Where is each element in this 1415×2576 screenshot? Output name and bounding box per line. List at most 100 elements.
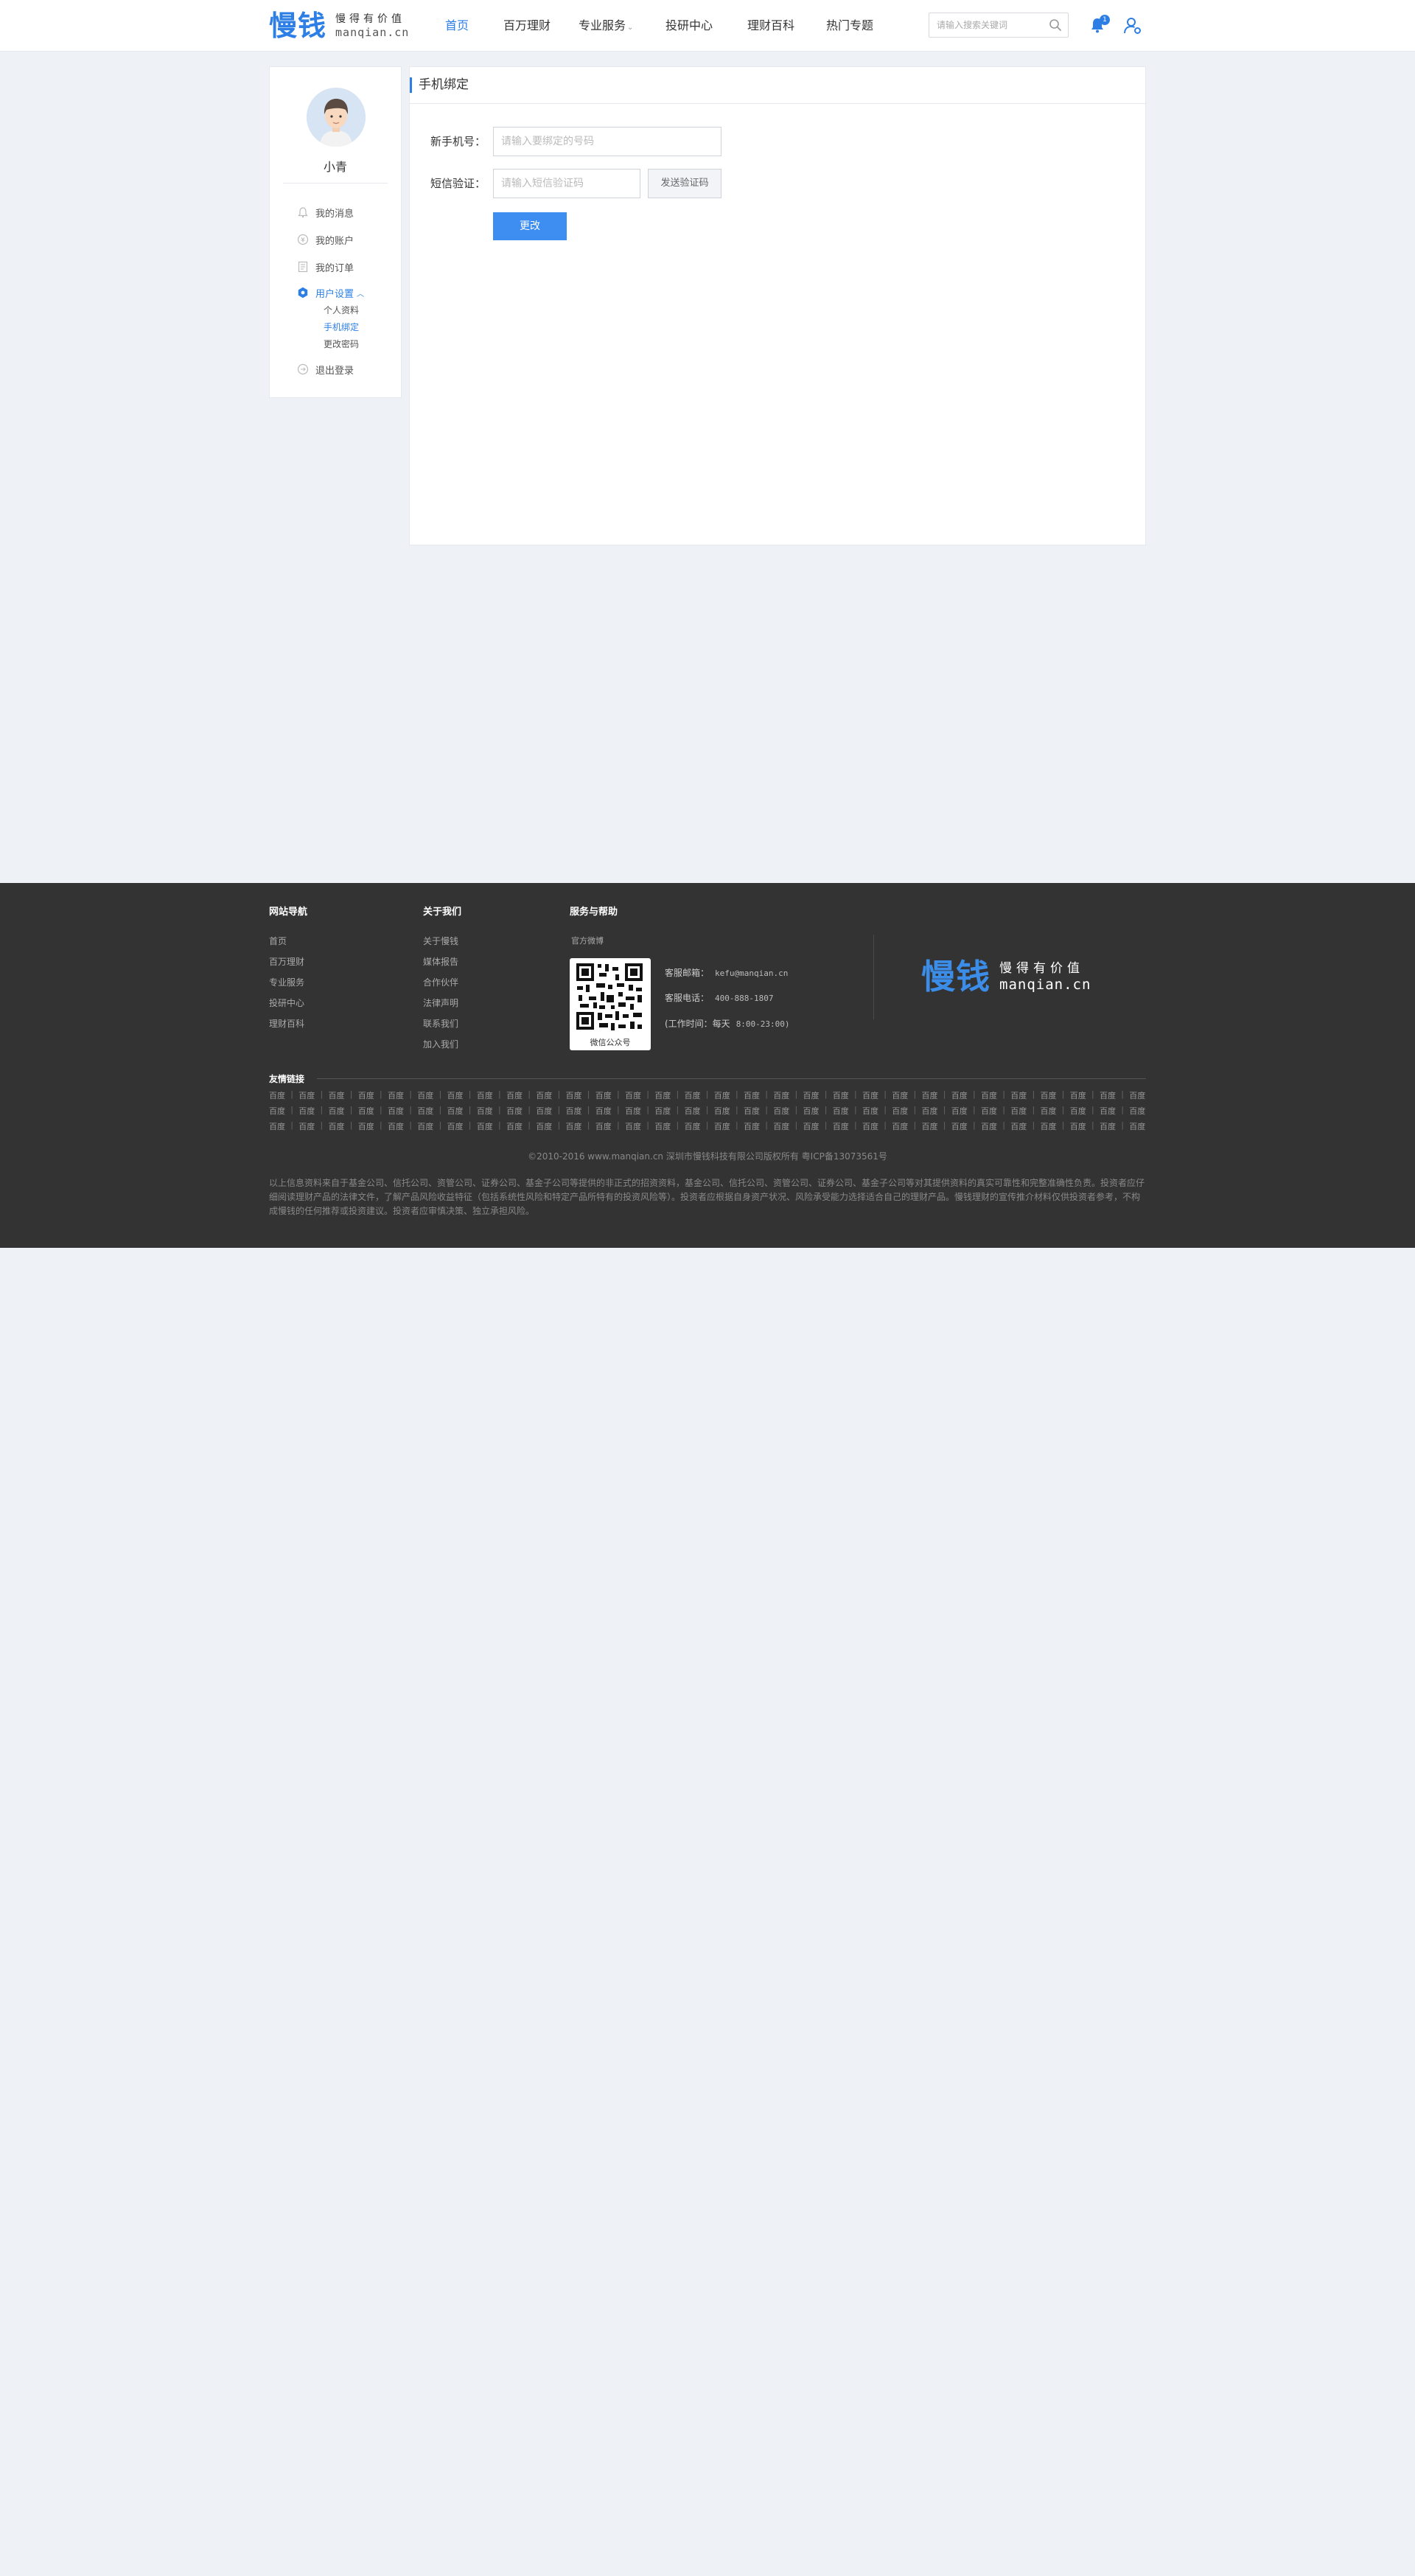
sidebar-subitem-profile[interactable]: 个人资料 [324,304,359,316]
friend-link[interactable]: 百度 [298,1120,315,1132]
nav-item-wealth-encyclopedia[interactable]: 理财百科 [747,18,794,34]
footer-link[interactable]: 关于慢钱 [423,935,458,947]
footer-link[interactable]: 投研中心 [269,996,304,1009]
friend-link[interactable]: 百度 [477,1089,493,1101]
nav-item-million-wealth[interactable]: 百万理财 [503,18,551,34]
friend-link[interactable]: 百度 [862,1089,878,1101]
friend-link[interactable]: 百度 [685,1089,701,1101]
site-logo[interactable]: 慢钱 慢得有价值 manqian.cn [269,10,409,41]
friend-link[interactable]: 百度 [625,1089,641,1101]
friend-link[interactable]: 百度 [744,1089,760,1101]
submit-button[interactable]: 更改 [493,212,567,240]
friend-link[interactable]: 百度 [714,1120,730,1132]
friend-link[interactable]: 百度 [1010,1120,1027,1132]
friend-link[interactable]: 百度 [981,1089,997,1101]
friend-link[interactable]: 百度 [477,1105,493,1117]
footer-link[interactable]: 媒体报告 [423,955,458,968]
friend-link[interactable]: 百度 [329,1120,345,1132]
friend-link[interactable]: 百度 [506,1120,523,1132]
friend-link[interactable]: 百度 [269,1120,285,1132]
friend-link[interactable]: 百度 [922,1105,938,1117]
friend-link[interactable]: 百度 [506,1105,523,1117]
friend-link[interactable]: 百度 [1010,1089,1027,1101]
friend-link[interactable]: 百度 [862,1105,878,1117]
friend-link[interactable]: 百度 [566,1105,582,1117]
friend-link[interactable]: 百度 [922,1120,938,1132]
friend-link[interactable]: 百度 [566,1089,582,1101]
friend-link[interactable]: 百度 [951,1120,968,1132]
friend-link[interactable]: 百度 [625,1105,641,1117]
friend-link[interactable]: 百度 [654,1105,671,1117]
friend-link[interactable]: 百度 [595,1120,612,1132]
friend-link[interactable]: 百度 [1129,1089,1145,1101]
footer-link[interactable]: 首页 [269,935,287,947]
friend-link[interactable]: 百度 [1070,1105,1086,1117]
friend-link[interactable]: 百度 [803,1120,820,1132]
weibo-link[interactable]: 官方微博 [571,935,604,946]
friend-link[interactable]: 百度 [1070,1089,1086,1101]
friend-link[interactable]: 百度 [714,1089,730,1101]
friend-link[interactable]: 百度 [1010,1105,1027,1117]
friend-link[interactable]: 百度 [358,1120,374,1132]
friend-link[interactable]: 百度 [388,1105,404,1117]
new-phone-input[interactable] [493,127,722,156]
email-value[interactable]: kefu@manqian.cn [715,968,788,978]
friend-link[interactable]: 百度 [536,1120,552,1132]
friend-link[interactable]: 百度 [892,1105,908,1117]
friend-link[interactable]: 百度 [388,1120,404,1132]
friend-link[interactable]: 百度 [506,1089,523,1101]
friend-link[interactable]: 百度 [595,1105,612,1117]
friend-link[interactable]: 百度 [1100,1089,1116,1101]
sms-code-input[interactable] [493,169,640,198]
friend-link[interactable]: 百度 [981,1105,997,1117]
friend-link[interactable]: 百度 [358,1089,374,1101]
friend-link[interactable]: 百度 [298,1105,315,1117]
sidebar-item-user-settings[interactable]: 用户设置 ︿ [297,285,364,300]
friend-link[interactable]: 百度 [1041,1120,1057,1132]
nav-item-home[interactable]: 首页 [445,18,469,34]
friend-link[interactable]: 百度 [803,1105,820,1117]
send-code-button[interactable]: 发送验证码 [648,169,722,198]
footer-link[interactable]: 专业服务 [269,976,304,988]
footer-link[interactable]: 加入我们 [423,1038,458,1050]
friend-link[interactable]: 百度 [1100,1120,1116,1132]
footer-link[interactable]: 联系我们 [423,1017,458,1030]
friend-link[interactable]: 百度 [1041,1089,1057,1101]
friend-link[interactable]: 百度 [477,1120,493,1132]
nav-item-professional-services[interactable]: 专业服务 ⌄ [579,18,633,34]
friend-link[interactable]: 百度 [714,1105,730,1117]
footer-link[interactable]: 合作伙伴 [423,976,458,988]
friend-link[interactable]: 百度 [536,1089,552,1101]
friend-link[interactable]: 百度 [951,1089,968,1101]
friend-link[interactable]: 百度 [417,1120,433,1132]
friend-link[interactable]: 百度 [773,1120,789,1132]
friend-link[interactable]: 百度 [654,1089,671,1101]
friend-link[interactable]: 百度 [388,1089,404,1101]
friend-link[interactable]: 百度 [803,1089,820,1101]
friend-link[interactable]: 百度 [773,1105,789,1117]
friend-link[interactable]: 百度 [447,1089,464,1101]
sidebar-item-orders[interactable]: 我的订单 [297,259,354,274]
sidebar-item-messages[interactable]: 我的消息 [297,205,354,220]
friend-link[interactable]: 百度 [1129,1105,1145,1117]
friend-link[interactable]: 百度 [269,1105,285,1117]
friend-link[interactable]: 百度 [329,1089,345,1101]
sidebar-item-logout[interactable]: 退出登录 [297,362,354,377]
friend-link[interactable]: 百度 [1070,1120,1086,1132]
friend-link[interactable]: 百度 [417,1089,433,1101]
sidebar-item-account[interactable]: 我的账户 [297,232,354,247]
footer-link[interactable]: 百万理财 [269,955,304,968]
friend-link[interactable]: 百度 [298,1089,315,1101]
footer-link[interactable]: 法律声明 [423,996,458,1009]
search-input[interactable] [929,13,1040,37]
friend-link[interactable]: 百度 [922,1089,938,1101]
friend-link[interactable]: 百度 [1041,1105,1057,1117]
friend-link[interactable]: 百度 [833,1105,849,1117]
friend-link[interactable]: 百度 [744,1105,760,1117]
search-icon[interactable] [1049,18,1062,32]
friend-link[interactable]: 百度 [773,1089,789,1101]
friend-link[interactable]: 百度 [981,1120,997,1132]
friend-link[interactable]: 百度 [269,1089,285,1101]
friend-link[interactable]: 百度 [625,1120,641,1132]
friend-link[interactable]: 百度 [1129,1120,1145,1132]
